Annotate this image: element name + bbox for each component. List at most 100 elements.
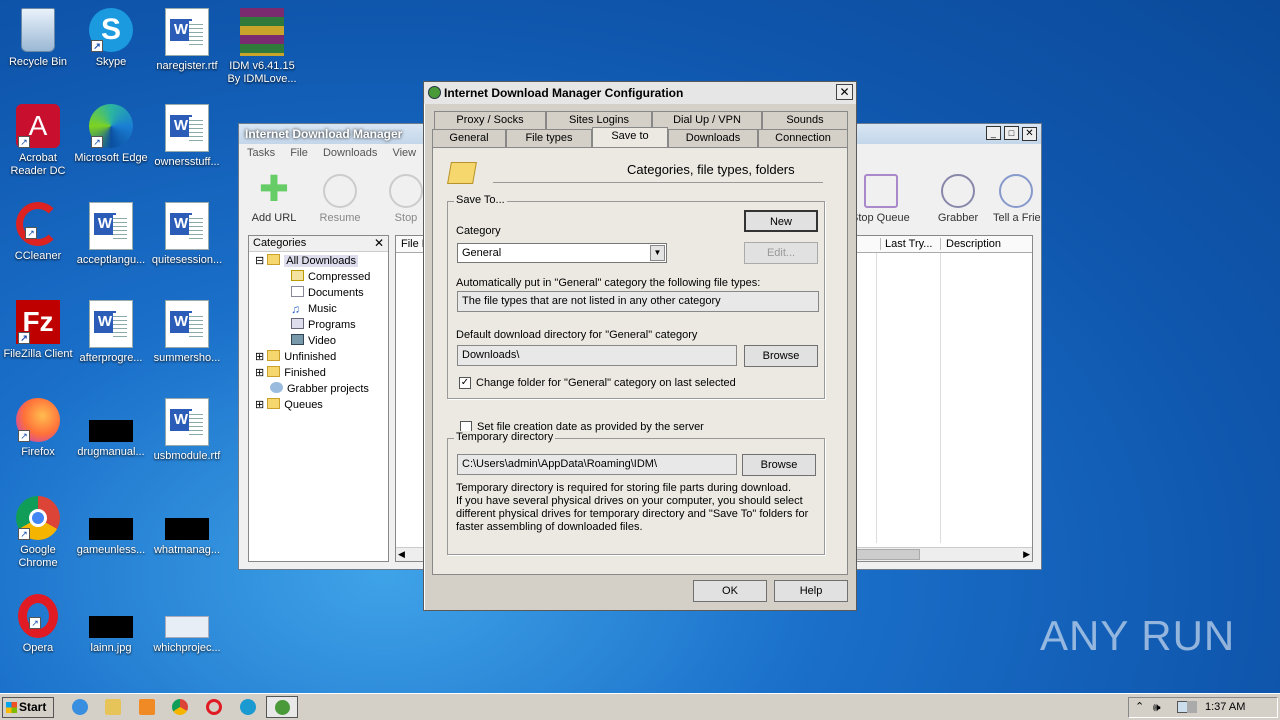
edge-taskbar-icon[interactable] (240, 699, 256, 715)
desktop-icon-label: Opera (22, 642, 54, 654)
tree-item-all-downloads[interactable]: ⊟ All Downloads (255, 253, 358, 269)
tree-item-programs[interactable]: Programs (291, 317, 356, 333)
tab-save-to[interactable]: Save to (592, 127, 668, 147)
dropdown-arrow-icon[interactable]: ▼ (650, 245, 665, 261)
redacted-file-icon[interactable]: drugmanual... (73, 398, 149, 459)
desktop-icon-label: summersho... (153, 352, 221, 364)
dialog-close-icon[interactable]: ✕ (836, 84, 853, 100)
opera-taskbar-icon[interactable] (206, 699, 222, 715)
temp-dir-field[interactable]: C:\Users\admin\AppData\Roaming\IDM\ (457, 454, 737, 475)
tree-item-finished[interactable]: ⊞ Finished (255, 365, 326, 381)
scroll-left-icon[interactable]: ◀ (398, 549, 405, 560)
tree-item-queues[interactable]: ⊞ Queues (255, 397, 323, 413)
start-button[interactable]: Start (2, 697, 54, 718)
menu-downloads[interactable]: Downloads (323, 147, 377, 159)
tree-item-video[interactable]: Video (291, 333, 336, 349)
tree-label: Music (308, 303, 337, 315)
menu-file[interactable]: File (290, 147, 308, 159)
desktop-icon-label: afterprogre... (79, 352, 143, 364)
tree-label: Programs (308, 319, 356, 331)
tab-dial-up-vpn[interactable]: Dial Up / VPN (652, 111, 762, 129)
edge-icon[interactable]: ↗ Microsoft Edge (73, 104, 149, 165)
new-category-button[interactable]: New (744, 210, 818, 232)
tree-item-music[interactable]: ♫ Music (291, 301, 337, 317)
filezilla-icon[interactable]: Fz ↗ FileZilla Client (0, 300, 76, 361)
default-dir-field[interactable]: Downloads\ (457, 345, 737, 366)
temp-dir-legend: Temporary directory (454, 431, 556, 443)
browse-temp-dir-button[interactable]: Browse (742, 454, 816, 476)
tell-a-friend-button[interactable]: Tell a Frie (993, 174, 1041, 224)
stop-queue-button[interactable]: Stop Queue (851, 174, 911, 224)
tab-connection[interactable]: Connection (758, 129, 848, 147)
firefox-icon[interactable]: ↗ Firefox (0, 398, 76, 459)
document-icon[interactable]: acceptlangu... (73, 202, 149, 267)
maximize-icon[interactable]: □ (1003, 126, 1019, 140)
tab-downloads[interactable]: Downloads (668, 129, 758, 147)
flag-icon[interactable] (1187, 701, 1197, 713)
redacted-file-icon[interactable]: lainn.jpg (73, 594, 149, 655)
column-description[interactable]: Description (940, 238, 1001, 250)
chrome-taskbar-icon[interactable] (172, 699, 188, 715)
document-icon[interactable]: afterprogre... (73, 300, 149, 365)
minimize-icon[interactable]: _ (985, 126, 1001, 140)
volume-icon[interactable]: 🕪 (1153, 700, 1161, 715)
opera-icon[interactable]: ↗ Opera (0, 594, 76, 655)
edit-category-button[interactable]: Edit... (744, 242, 818, 264)
explorer-icon[interactable] (105, 699, 121, 715)
close-categories-icon[interactable]: ✕ (374, 236, 384, 250)
show-hidden-icons-icon[interactable]: ⌃ (1135, 700, 1144, 713)
column-last-try[interactable]: Last Try... (880, 238, 940, 250)
rtf-file-icon[interactable]: naregister.rtf (149, 8, 225, 73)
document-icon[interactable]: quitesession... (149, 202, 225, 267)
video-icon (291, 334, 304, 345)
ccleaner-icon[interactable]: ↗ CCleaner (0, 202, 76, 263)
document-icon[interactable]: summersho... (149, 300, 225, 365)
unfinished-folder-icon (267, 350, 281, 361)
auto-types-field[interactable]: The file types that are not listed in an… (457, 291, 819, 312)
stop-icon (389, 174, 423, 208)
category-select[interactable]: General ▼ (457, 243, 667, 263)
document-icon[interactable]: ownersstuff... (149, 104, 225, 169)
tree-item-documents[interactable]: Documents (291, 285, 364, 301)
temp-note-line-2: If you have several physical drives on y… (456, 495, 803, 507)
close-icon[interactable]: ✕ (1022, 127, 1037, 141)
tab-sounds[interactable]: Sounds (762, 111, 848, 129)
skype-icon[interactable]: S ↗ Skype (73, 8, 149, 69)
stop-queue-label: Stop Queue (851, 212, 910, 224)
ok-button[interactable]: OK (693, 580, 767, 602)
menu-view[interactable]: View (392, 147, 416, 159)
ie-icon[interactable] (72, 699, 88, 715)
desktop-icon-label: FileZilla Client (3, 348, 73, 360)
save-to-page: Categories, file types, folders Save To.… (432, 147, 848, 575)
tab-file-types[interactable]: File types (506, 129, 592, 147)
recycle-bin-icon[interactable]: Recycle Bin (0, 8, 76, 69)
desktop-icon-label: Google Chrome (18, 544, 58, 569)
acrobat-reader-icon[interactable]: A ↗ Acrobat Reader DC (0, 104, 76, 178)
redacted-file-icon[interactable]: gameunless... (73, 496, 149, 557)
scroll-right-icon[interactable]: ▶ (1023, 549, 1030, 560)
clock[interactable]: 1:37 AM (1205, 701, 1245, 713)
auto-types-label: Automatically put in "General" category … (456, 277, 761, 289)
tab-general[interactable]: General (432, 129, 506, 147)
redacted-file-icon[interactable]: whatmanag... (149, 496, 225, 557)
resume-button[interactable]: Resume (315, 174, 365, 224)
file-icon[interactable]: whichprojec... (149, 594, 225, 655)
idm-globe-icon (428, 86, 441, 99)
winrar-archive-icon[interactable]: IDM v6.41.15 By IDMLove... (224, 8, 300, 86)
menu-tasks[interactable]: Tasks (247, 147, 275, 159)
tree-item-grabber-projects[interactable]: Grabber projects (270, 381, 369, 397)
chrome-icon[interactable]: ↗ Google Chrome (0, 496, 76, 570)
idm-taskbar-button[interactable] (266, 696, 298, 718)
browse-default-dir-button[interactable]: Browse (744, 345, 818, 367)
change-folder-checkbox[interactable]: ✓ (459, 377, 471, 389)
scrollbar-thumb[interactable] (856, 549, 920, 560)
help-button[interactable]: Help (774, 580, 848, 602)
rtf-file-icon[interactable]: usbmodule.rtf (149, 398, 225, 463)
grabber-button[interactable]: Grabber (931, 174, 985, 224)
desktop-icon-label: whatmanag... (153, 544, 221, 556)
add-url-button[interactable]: ✚ Add URL (249, 171, 299, 225)
tree-item-compressed[interactable]: Compressed (291, 269, 370, 285)
tree-item-unfinished[interactable]: ⊞ Unfinished (255, 349, 336, 365)
media-player-icon[interactable] (139, 699, 155, 715)
tab-proxy-socks[interactable]: Proxy / Socks (434, 111, 546, 129)
